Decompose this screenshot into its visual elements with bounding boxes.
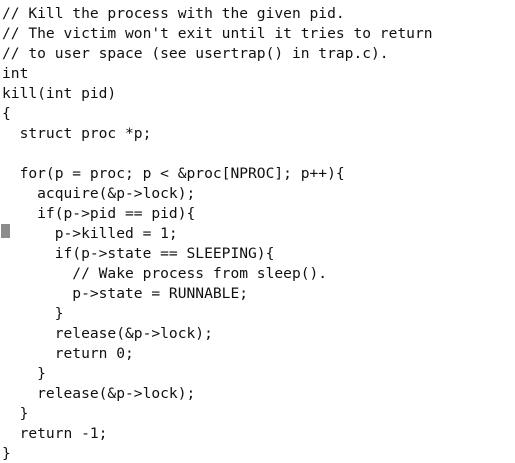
code-line-6: { <box>2 105 11 122</box>
code-line-14: // Wake process from sleep(). <box>2 265 328 282</box>
code-line-3: // to user space (see usertrap() in trap… <box>2 45 389 62</box>
code-line-2: // The victim won't exit until it tries … <box>2 25 433 42</box>
code-line-9: for(p = proc; p < &proc[NPROC]; p++){ <box>2 165 345 182</box>
code-editor[interactable]: // Kill the process with the given pid. … <box>0 0 515 463</box>
code-line-4: int <box>2 65 29 82</box>
code-line-18: return 0; <box>2 345 134 362</box>
code-line-23: } <box>2 445 11 462</box>
code-line-16: } <box>2 305 64 322</box>
code-line-15: p->state = RUNNABLE; <box>2 285 249 302</box>
code-line-5: kill(int pid) <box>2 85 117 102</box>
code-line-11: if(p->pid == pid){ <box>2 205 196 222</box>
code-line-13: if(p->state == SLEEPING){ <box>2 245 275 262</box>
code-line-1: // Kill the process with the given pid. <box>2 5 345 22</box>
code-line-21: } <box>2 405 29 422</box>
code-line-10: acquire(&p->lock); <box>2 185 196 202</box>
code-line-22: return -1; <box>2 425 108 442</box>
code-line-20: release(&p->lock); <box>2 385 196 402</box>
code-line-19: } <box>2 365 46 382</box>
code-line-12: p->killed = 1; <box>2 225 178 242</box>
code-line-17: release(&p->lock); <box>2 325 213 342</box>
code-line-7: struct proc *p; <box>2 125 152 142</box>
